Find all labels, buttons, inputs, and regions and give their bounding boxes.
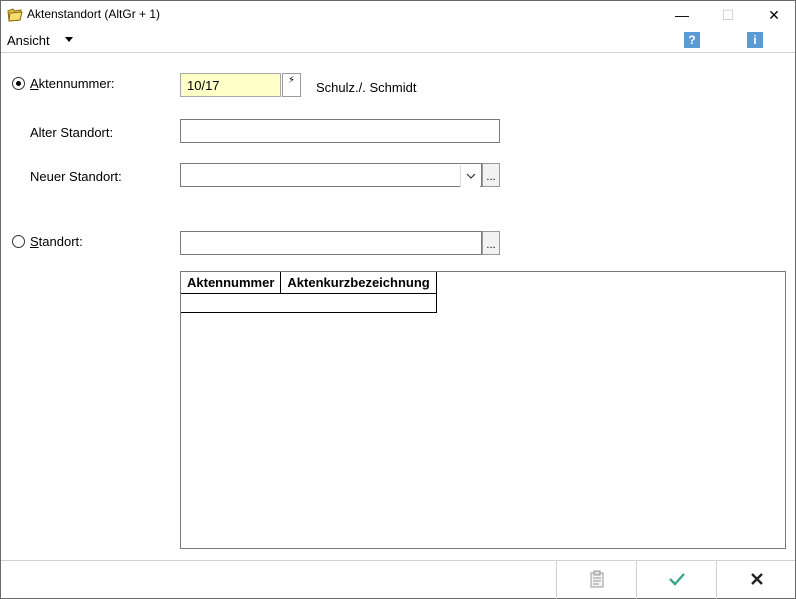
neuer-standort-label: Neuer Standort: xyxy=(30,169,122,184)
column-header-aktenkurzbezeichnung[interactable]: Aktenkurzbezeichnung xyxy=(280,272,437,294)
browse-label: ... xyxy=(486,171,496,183)
ok-button[interactable] xyxy=(636,561,716,599)
neuer-standort-combobox[interactable] xyxy=(180,163,482,187)
menu-ansicht[interactable]: Ansicht xyxy=(7,33,50,48)
standort-input[interactable] xyxy=(180,231,482,255)
close-window-button[interactable]: ✕ xyxy=(751,1,796,29)
neuer-standort-browse-button[interactable]: ... xyxy=(482,163,500,187)
folder-app-icon xyxy=(7,7,23,23)
aktenstandort-window: Aktenstandort (AltGr + 1) — ☐ ✕ Ansicht … xyxy=(0,0,796,599)
case-name: Schulz./. Schmidt xyxy=(316,80,417,95)
table-row[interactable] xyxy=(181,293,436,312)
close-icon: ✕ xyxy=(768,6,780,23)
maximize-icon: ☐ xyxy=(721,6,735,23)
aktennummer-radio[interactable] xyxy=(12,77,25,90)
aktenliste-grid[interactable]: Aktennummer Aktenkurzbezeichnung xyxy=(180,271,786,549)
help-icon[interactable]: ? xyxy=(684,32,700,48)
lightning-icon: ⚡ xyxy=(287,75,296,86)
aktennummer-input[interactable] xyxy=(180,73,281,97)
minimize-button[interactable]: — xyxy=(659,1,705,29)
close-x-icon xyxy=(750,572,763,588)
bottom-button-bar xyxy=(1,560,796,599)
maximize-button[interactable]: ☐ xyxy=(705,1,751,29)
column-header-aktennummer[interactable]: Aktennummer xyxy=(181,272,282,294)
aktennummer-lookup-button[interactable]: ⚡ xyxy=(282,73,301,97)
alter-standort-label: Alter Standort: xyxy=(30,125,114,140)
menu-dropdown-arrow-icon[interactable] xyxy=(65,37,73,42)
title-bar: Aktenstandort (AltGr + 1) — ☐ ✕ xyxy=(1,1,795,29)
chevron-down-icon[interactable] xyxy=(460,165,480,187)
window-title: Aktenstandort (AltGr + 1) xyxy=(27,7,161,21)
checkmark-icon xyxy=(668,572,685,589)
grid-table: Aktennummer Aktenkurzbezeichnung xyxy=(181,272,437,313)
standort-browse-button[interactable]: ... xyxy=(482,231,500,255)
aktennummer-label: Aktennummer: xyxy=(30,76,115,91)
browse-label: ... xyxy=(486,239,496,251)
menu-bar: Ansicht ? i xyxy=(1,29,795,53)
alter-standort-input[interactable] xyxy=(180,119,500,143)
standort-label: Standort: xyxy=(30,234,83,249)
info-icon[interactable]: i xyxy=(747,32,763,48)
clipboard-icon xyxy=(589,570,605,591)
standort-radio[interactable] xyxy=(12,235,25,248)
cancel-button[interactable] xyxy=(716,561,796,599)
clipboard-button[interactable] xyxy=(556,561,636,599)
minimize-icon: — xyxy=(675,7,689,23)
